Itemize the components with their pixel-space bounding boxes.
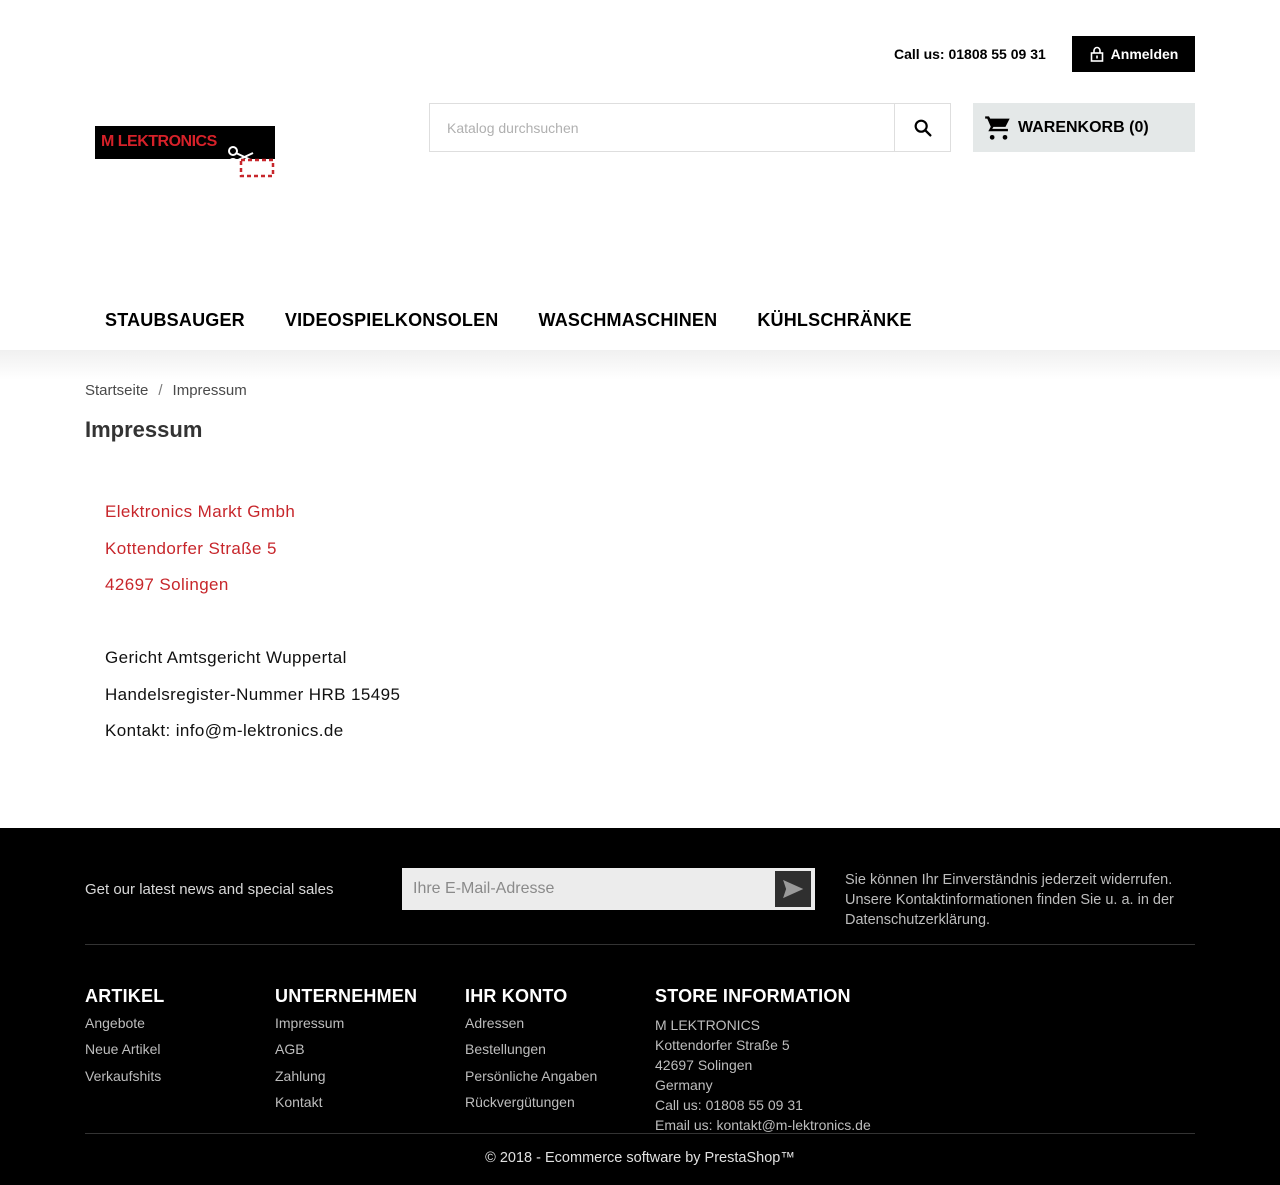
footer-column-title: UNTERNEHMEN xyxy=(275,986,418,1006)
logo-text: M LEKTRONICS xyxy=(101,133,217,150)
nav-item-waschmaschinen[interactable]: WASCHMASCHINEN xyxy=(539,310,718,331)
breadcrumb-separator: / xyxy=(158,382,163,399)
newsletter-email-input[interactable] xyxy=(402,868,775,910)
store-email[interactable]: Email us: kontakt@m-lektronics.de xyxy=(655,1115,871,1135)
legal-contact: Kontakt: info@m-lektronics.de xyxy=(105,721,344,741)
cart-label: WARENKORB (0) xyxy=(1018,118,1149,136)
footer-link-verkaufshits[interactable]: Verkaufshits xyxy=(85,1068,164,1094)
footer-link-bestellungen[interactable]: Bestellungen xyxy=(465,1041,597,1067)
search-icon xyxy=(914,119,932,137)
copyright-text[interactable]: © 2018 - Ecommerce software by PrestaSho… xyxy=(0,1150,1280,1166)
consent-text: Sie können Ihr Einverständnis jederzeit … xyxy=(845,872,1174,928)
lock-icon xyxy=(1090,46,1103,62)
send-icon xyxy=(783,879,804,899)
newsletter-text: Get our latest news and special sales xyxy=(85,881,334,898)
scissors-icon xyxy=(228,146,275,178)
breadcrumb-home[interactable]: Startseite xyxy=(85,382,148,399)
search-input[interactable] xyxy=(430,104,894,151)
store-name: M LEKTRONICS xyxy=(655,1017,761,1033)
nav-divider xyxy=(0,350,1280,380)
footer-column-ihr-konto: IHR KONTO Adressen Bestellungen Persönli… xyxy=(465,986,597,1120)
footer-link-rueckverguetungen[interactable]: Rückvergütungen xyxy=(465,1094,597,1120)
address-street: Kottendorfer Straße 5 xyxy=(105,538,277,558)
breadcrumb-current[interactable]: Impressum xyxy=(173,382,247,399)
footer-link-agb[interactable]: AGB xyxy=(275,1041,417,1067)
nav-item-kuehlschraenke[interactable]: KÜHLSCHRÄNKE xyxy=(757,310,911,331)
footer-link-kontakt[interactable]: Kontakt xyxy=(275,1094,417,1120)
main-nav: STAUBSAUGER VIDEOSPIELKONSOLEN WASCHMASC… xyxy=(105,310,912,331)
footer-column-title: ARTIKEL xyxy=(85,986,165,1006)
shopping-cart-icon xyxy=(985,115,1010,140)
impressum-content: Elektronics Markt Gmbh Kottendorfer Stra… xyxy=(105,502,400,758)
footer-link-angebote[interactable]: Angebote xyxy=(85,1015,164,1041)
login-label: Anmelden xyxy=(1110,46,1179,62)
footer-link-persoenliche-angaben[interactable]: Persönliche Angaben xyxy=(465,1068,597,1094)
search-button[interactable] xyxy=(894,104,950,151)
nav-item-staubsauger[interactable]: STAUBSAUGER xyxy=(105,310,245,331)
store-street: Kottendorfer Straße 5 xyxy=(655,1037,790,1053)
newsletter-form xyxy=(402,868,815,910)
footer-column-artikel: ARTIKEL Angebote Neue Artikel Verkaufshi… xyxy=(85,986,164,1094)
login-button[interactable]: Anmelden xyxy=(1072,36,1195,72)
address-city: 42697 Solingen xyxy=(105,575,229,595)
footer-column-title: IHR KONTO xyxy=(465,986,568,1006)
footer: Get our latest news and special sales Si… xyxy=(0,828,1280,1185)
address-company: Elektronics Markt Gmbh xyxy=(105,502,296,521)
store-city: 42697 Solingen xyxy=(655,1057,753,1073)
legal-register: Handelsregister-Nummer HRB 15495 xyxy=(105,684,401,704)
breadcrumb: Startseite / Impressum xyxy=(85,382,247,399)
footer-column-unternehmen: UNTERNEHMEN Impressum AGB Zahlung Kontak… xyxy=(275,986,417,1120)
footer-link-adressen[interactable]: Adressen xyxy=(465,1015,597,1041)
nav-item-videospielkonsolen[interactable]: VIDEOSPIELKONSOLEN xyxy=(285,310,499,331)
search-bar xyxy=(429,103,951,152)
footer-column-title: STORE INFORMATION xyxy=(655,986,851,1006)
footer-link-impressum[interactable]: Impressum xyxy=(275,1015,417,1041)
footer-column-store-information: STORE INFORMATION M LEKTRONICS Kottendor… xyxy=(655,986,871,1135)
page-title: Impressum xyxy=(85,417,203,442)
footer-link-neue-artikel[interactable]: Neue Artikel xyxy=(85,1041,164,1067)
footer-link-zahlung[interactable]: Zahlung xyxy=(275,1068,417,1094)
legal-court: Gericht Amtsgericht Wuppertal xyxy=(105,648,347,668)
cart-button[interactable]: WARENKORB (0) xyxy=(973,103,1195,152)
store-country: Germany xyxy=(655,1077,713,1093)
store-phone: Call us: 01808 55 09 31 xyxy=(655,1097,803,1113)
newsletter-submit-button[interactable] xyxy=(775,871,811,907)
logo[interactable]: M LEKTRONICS xyxy=(95,126,275,178)
call-us-text: Call us: 01808 55 09 31 xyxy=(894,46,1046,62)
